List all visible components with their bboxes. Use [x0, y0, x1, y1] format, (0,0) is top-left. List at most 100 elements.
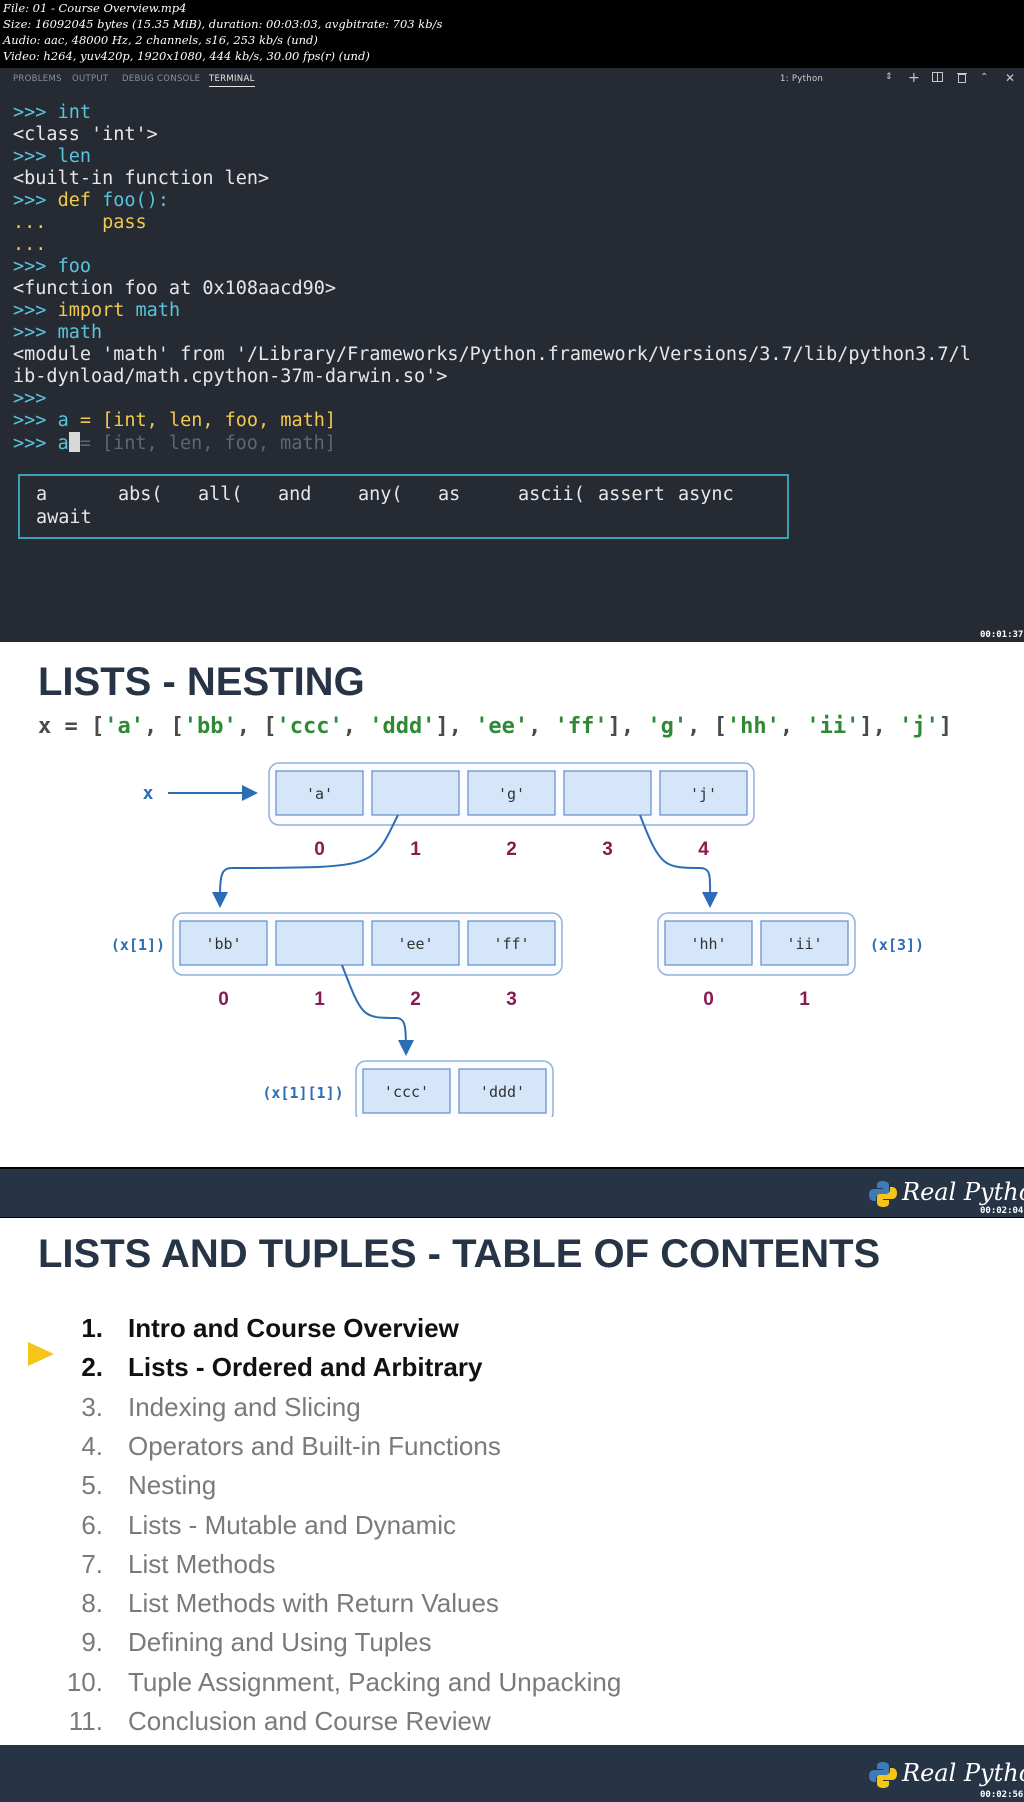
slide-title: LISTS AND TUPLES - TABLE OF CONTENTS — [38, 1232, 881, 1276]
tab-output[interactable]: OUTPUT — [72, 74, 108, 84]
list-index-label: 3 — [506, 989, 517, 1010]
plus-icon[interactable]: + — [908, 70, 920, 86]
timestamp: 00:02:04 — [980, 1206, 1024, 1216]
list-cell-value: 'j' — [690, 785, 717, 803]
toc-item-label: Indexing and Slicing — [128, 1391, 361, 1422]
terminal-output: <built-in function len> — [13, 168, 270, 189]
python-logo-icon — [869, 1762, 897, 1788]
reference-arrow — [341, 964, 414, 1056]
toc-item-label: Intro and Course Overview — [128, 1313, 459, 1343]
list-index-label: 2 — [506, 839, 517, 860]
chevron-updown-icon[interactable]: ⇕ — [885, 72, 893, 82]
chevron-up-icon[interactable]: ⌃ — [980, 72, 988, 83]
list-cell-value: 'ii' — [786, 935, 822, 953]
terminal-line: >>> def foo(): — [13, 190, 169, 211]
list-index-label: 1 — [410, 839, 421, 860]
terminal-line: >>> a = [int, len, foo, math] — [13, 410, 337, 431]
terminal-line: >>> foo — [13, 256, 91, 277]
sublist-label: (x[3]) — [870, 936, 924, 954]
list-cell — [563, 770, 652, 816]
sublist-label: (x[1][1]) — [262, 1084, 343, 1102]
terminal-line: >>> — [13, 388, 47, 409]
list-index-label: 0 — [314, 839, 325, 860]
toc-item-number: 10. — [66, 1666, 103, 1697]
list-index-label: 1 — [799, 989, 810, 1010]
terminal-line: >>> int — [13, 102, 91, 123]
terminal-output: <module 'math' from '/Library/Frameworks… — [13, 344, 971, 365]
split-icon[interactable] — [932, 72, 943, 85]
tab-problems[interactable]: PROBLEMS — [13, 74, 62, 84]
terminal-line: >>> import math — [13, 300, 181, 321]
slide-footer: Real Python 00:02:56 — [0, 1745, 1024, 1802]
current-item-arrow-icon — [28, 1342, 54, 1366]
slide-table-of-contents: LISTS AND TUPLES - TABLE OF CONTENTS 1. I… — [0, 1218, 1024, 1802]
toc-item-label: Tuple Assignment, Packing and Unpacking — [128, 1666, 622, 1697]
terminal-panel: PROBLEMS OUTPUT DEBUG CONSOLE TERMINAL 1… — [0, 68, 1024, 642]
list-cell-value: 'bb' — [205, 935, 241, 953]
toc-item-label: List Methods with Return Values — [128, 1588, 499, 1619]
terminal-input-line[interactable]: >>> a = [int, len, foo, math] — [13, 432, 336, 455]
completion-item[interactable]: assert — [598, 484, 665, 505]
list-cell-value: 'ddd' — [480, 1083, 525, 1101]
toc-item-label: Conclusion and Course Review — [128, 1706, 491, 1736]
list-index-label: 4 — [698, 839, 709, 860]
list-cell-value: 'hh' — [690, 935, 726, 953]
completion-item[interactable]: a — [36, 484, 47, 505]
video-info-header: File: 01 - Course Overview.mp4 Size: 160… — [0, 0, 1024, 68]
timestamp: 00:01:37 — [980, 630, 1024, 640]
terminal-line: >>> math — [13, 322, 103, 343]
panel-tab-bar: PROBLEMS OUTPUT DEBUG CONSOLE TERMINAL 1… — [0, 68, 1024, 90]
toc-item-number: 2. — [81, 1352, 103, 1383]
terminal-line: ... — [13, 234, 47, 255]
completion-popup: a abs( all( and any( as ascii( assert as… — [18, 474, 789, 539]
terminal-line: ... pass — [13, 212, 147, 233]
file-info-line: File: 01 - Course Overview.mp4 — [3, 1, 187, 15]
toc-item-label: Defining and Using Tuples — [128, 1627, 432, 1658]
toc-item-label: Lists - Ordered and Arbitrary — [128, 1352, 483, 1383]
completion-item[interactable]: any( — [358, 484, 403, 505]
list-cell — [371, 770, 460, 816]
list-cell — [275, 920, 364, 966]
autosuggestion: = [int, len, foo, math] — [79, 433, 336, 454]
completion-item[interactable]: and — [278, 484, 311, 505]
close-icon[interactable]: ✕ — [1005, 71, 1015, 85]
text-cursor — [68, 432, 80, 452]
completion-item[interactable]: ascii( — [518, 484, 585, 505]
sublist-label: (x[1]) — [111, 936, 165, 954]
list-cell-value: 'ee' — [397, 935, 433, 953]
completion-item[interactable]: all( — [198, 484, 243, 505]
trash-icon[interactable] — [957, 72, 967, 86]
python-logo-icon — [869, 1181, 897, 1207]
slide-lists-nesting: LISTS - NESTING x = ['a', ['bb', ['ccc',… — [0, 642, 1024, 1217]
toc-item-number: 5. — [81, 1470, 103, 1501]
toc-item-number: 6. — [81, 1509, 103, 1540]
list-index-label: 3 — [602, 839, 613, 860]
toc-item-label: List Methods — [128, 1548, 276, 1579]
list-index-label: 0 — [703, 989, 714, 1010]
terminal-selector[interactable]: 1: Python — [780, 74, 823, 84]
audio-info-line: Audio: aac, 48000 Hz, 2 channels, s16, 2… — [3, 33, 318, 47]
list-cell-value: 'ccc' — [384, 1083, 429, 1101]
toc-item-number: 8. — [81, 1588, 103, 1619]
list-index-label: 2 — [410, 989, 421, 1010]
terminal-output: <function foo at 0x108aacd90> — [13, 278, 337, 299]
timestamp: 00:02:56 — [980, 1790, 1024, 1800]
list-cell-value: 'ff' — [493, 935, 529, 953]
slide-footer: Real Python 00:02:04 — [0, 1169, 1024, 1217]
tab-debug-console[interactable]: DEBUG CONSOLE — [122, 74, 200, 84]
completion-item[interactable]: abs( — [118, 484, 163, 505]
terminal-line: >>> len — [13, 146, 91, 167]
terminal-output: ib-dynload/math.cpython-37m-darwin.so'> — [13, 366, 448, 387]
variable-label: x — [143, 783, 154, 804]
video-info-line: Video: h264, yuv420p, 1920x1080, 444 kb/… — [3, 49, 370, 63]
list-index-label: 0 — [218, 989, 229, 1010]
completion-item[interactable]: await — [36, 507, 92, 528]
toc-item-label: Nesting — [128, 1470, 217, 1501]
completion-item[interactable]: as — [438, 484, 460, 505]
toc-item-label: Lists - Mutable and Dynamic — [128, 1509, 457, 1540]
toc-item-number: 4. — [81, 1430, 103, 1461]
list-cell-value: 'a' — [306, 785, 333, 803]
completion-item[interactable]: async — [678, 484, 734, 505]
real-python-logo: Real Python — [868, 1757, 1024, 1793]
tab-terminal[interactable]: TERMINAL — [209, 74, 255, 87]
